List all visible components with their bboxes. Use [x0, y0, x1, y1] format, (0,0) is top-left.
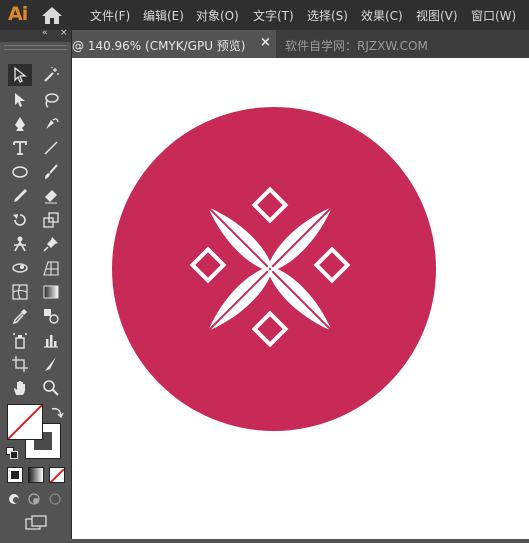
ellipse-tool-icon[interactable]: [8, 161, 32, 183]
tab-close-icon[interactable]: ×: [260, 35, 271, 50]
scale-tool-icon[interactable]: [39, 209, 63, 231]
home-icon[interactable]: [41, 5, 63, 25]
color-mode-button[interactable]: [7, 467, 23, 483]
fill-swatch[interactable]: [7, 404, 43, 440]
none-mode-button[interactable]: [49, 467, 65, 483]
app-logo: Ai: [8, 3, 28, 25]
none-slash-icon: [8, 405, 42, 439]
lasso-tool-icon[interactable]: [39, 89, 63, 111]
type-tool-icon[interactable]: [8, 137, 32, 159]
direct-selection-tool-icon[interactable]: [8, 89, 32, 111]
document-tab-bar: @ 140.96% (CMYK/GPU 预览) × 软件自学网：RJZXW.CO…: [72, 30, 529, 58]
free-transform-tool-icon[interactable]: [8, 257, 32, 279]
collapse-icon[interactable]: «: [42, 28, 48, 38]
eraser-tool-icon[interactable]: [39, 185, 63, 207]
rotate-tool-icon[interactable]: [8, 209, 32, 231]
pin-icon[interactable]: [39, 233, 63, 255]
eyedropper-tool-icon[interactable]: [8, 305, 32, 327]
tab-document-label: @ 140.96% (CMYK/GPU 预览): [72, 39, 246, 53]
drawing-modes: [7, 491, 65, 507]
pen-tool-icon[interactable]: [8, 113, 32, 135]
perspective-grid-tool-icon[interactable]: [39, 257, 63, 279]
symbol-sprayer-tool-icon[interactable]: [8, 329, 32, 351]
paintbrush-tool-icon[interactable]: [39, 161, 63, 183]
menu-edit[interactable]: 编辑(E): [143, 7, 184, 24]
column-graph-tool-icon[interactable]: [39, 329, 63, 351]
magic-wand-tool-icon[interactable]: [39, 64, 63, 86]
blend-tool-icon[interactable]: [39, 305, 63, 327]
artboard-tool-icon[interactable]: [8, 353, 32, 375]
selection-tool-icon[interactable]: [8, 64, 32, 86]
tab-document[interactable]: @ 140.96% (CMYK/GPU 预览) ×: [72, 30, 276, 58]
tools-panel-header[interactable]: « ×: [0, 28, 71, 42]
menu-window[interactable]: 窗口(W): [471, 7, 516, 24]
screen-mode-icon[interactable]: [24, 514, 48, 532]
puppet-warp-tool-icon[interactable]: [8, 233, 32, 255]
menu-type[interactable]: 文字(T): [253, 7, 294, 24]
default-colors-icon[interactable]: [6, 444, 18, 459]
hand-tool-icon[interactable]: [8, 377, 32, 399]
gradient-mode-button[interactable]: [28, 467, 44, 483]
menu-bar: Ai 文件(F) 编辑(E) 对象(O) 文字(T) 选择(S) 效果(C) 视…: [0, 0, 529, 30]
zoom-tool-icon[interactable]: [39, 377, 63, 399]
panel-grip[interactable]: [4, 45, 67, 50]
menu-view[interactable]: 视图(V): [416, 7, 458, 24]
mesh-tool-icon[interactable]: [8, 281, 32, 303]
menu-effect[interactable]: 效果(C): [361, 7, 403, 24]
gradient-tool-icon[interactable]: [39, 281, 63, 303]
swap-fill-stroke-icon[interactable]: [50, 404, 64, 419]
curvature-tool-icon[interactable]: [39, 113, 63, 135]
artwork: [112, 107, 436, 431]
slice-tool-icon[interactable]: [39, 353, 63, 375]
menu-object[interactable]: 对象(O): [196, 7, 239, 24]
line-tool-icon[interactable]: [39, 137, 63, 159]
pencil-tool-icon[interactable]: [8, 185, 32, 207]
artboard-canvas[interactable]: [72, 58, 529, 539]
tab-watermark-label: 软件自学网：RJZXW.COM: [285, 39, 428, 53]
menu-file[interactable]: 文件(F): [90, 7, 130, 24]
menu-select[interactable]: 选择(S): [307, 7, 348, 24]
close-icon[interactable]: ×: [60, 28, 68, 38]
